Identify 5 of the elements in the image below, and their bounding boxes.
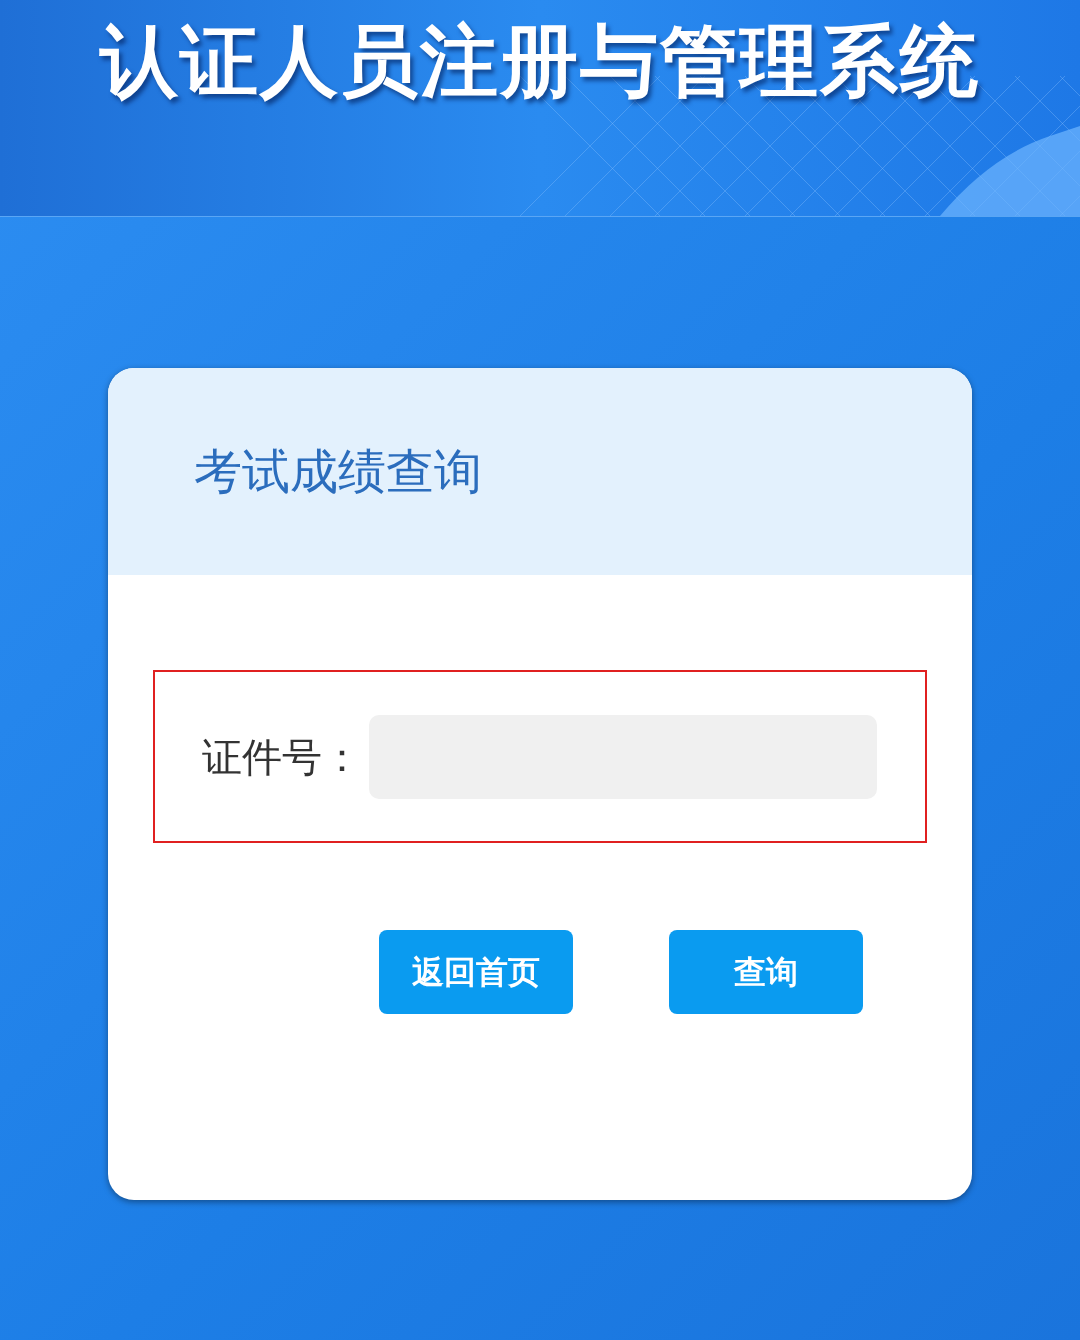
card-title: 考试成绩查询	[194, 443, 482, 500]
field-label: 证件号：	[202, 733, 363, 781]
home-button[interactable]: 返回首页	[379, 930, 573, 1014]
system-title: 认证人员注册与管理系统	[100, 22, 980, 100]
query-button[interactable]: 查询	[669, 930, 863, 1014]
